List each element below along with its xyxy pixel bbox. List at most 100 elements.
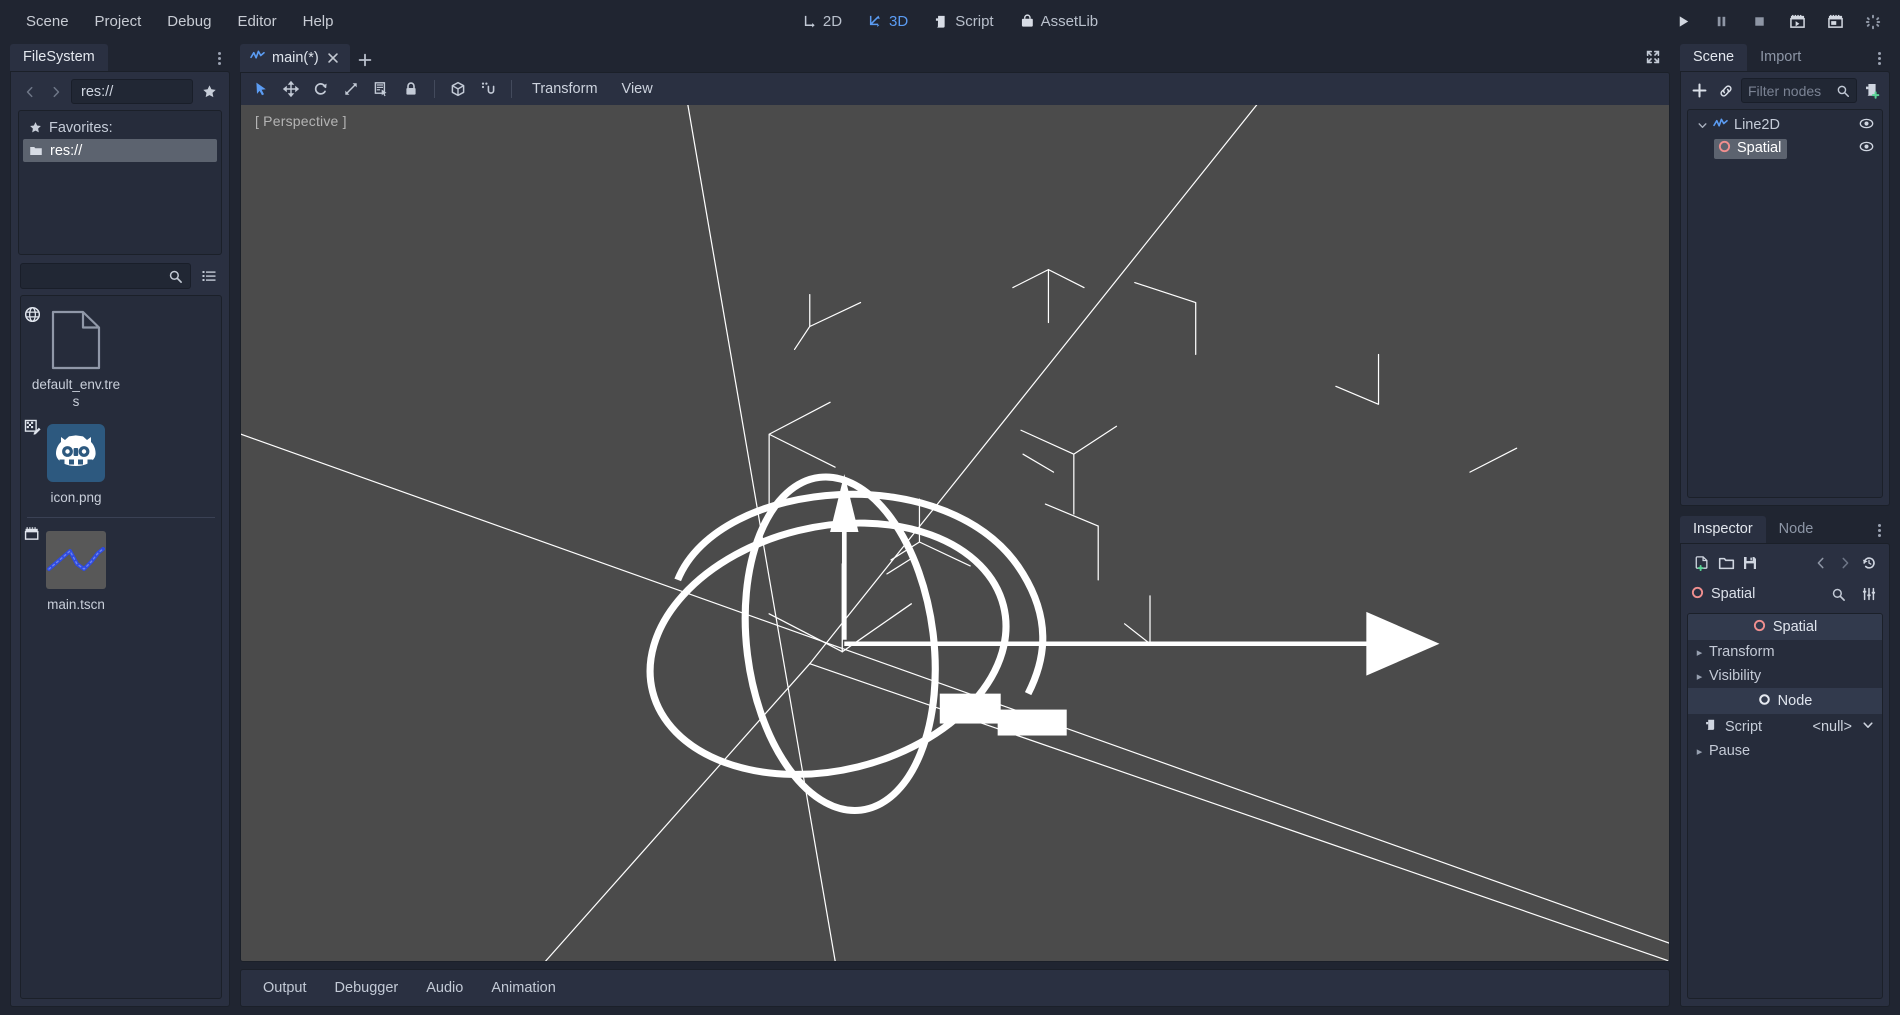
bottom-tab-output[interactable]: Output xyxy=(251,974,319,1002)
scene-node-spatial[interactable]: Spatial xyxy=(1690,137,1880,160)
close-icon[interactable] xyxy=(326,50,341,65)
scale-mode-button[interactable] xyxy=(337,76,365,102)
play-scene-button[interactable] xyxy=(1786,11,1808,33)
menu-help[interactable]: Help xyxy=(291,8,346,35)
history-next-button[interactable] xyxy=(1833,551,1857,575)
tab-scene[interactable]: Scene xyxy=(1680,44,1748,71)
file-item-default-env[interactable]: default_env.tres xyxy=(24,304,125,417)
rotate-mode-button[interactable] xyxy=(307,76,335,102)
stop-button[interactable] xyxy=(1748,11,1770,33)
menu-debug[interactable]: Debug xyxy=(155,8,223,35)
tab-import[interactable]: Import xyxy=(1747,44,1814,71)
property-script[interactable]: Script <null> xyxy=(1688,714,1882,739)
load-resource-button[interactable] xyxy=(1714,551,1738,575)
favorites-tree: Favorites: res:// xyxy=(18,110,222,255)
snap-icon xyxy=(481,82,495,94)
select-mode-button[interactable] xyxy=(247,76,275,102)
bottom-tab-audio[interactable]: Audio xyxy=(414,974,475,1002)
view-menu-button[interactable]: View xyxy=(611,77,664,101)
scene-dock-menu-icon[interactable] xyxy=(1872,52,1886,65)
scene-node-line2d[interactable]: Line2D xyxy=(1690,114,1880,137)
attach-script-button[interactable] xyxy=(1860,79,1884,103)
file-item-main-tscn[interactable]: main.tscn xyxy=(24,524,125,620)
visibility-toggle-icon[interactable] xyxy=(1859,139,1874,158)
inspector-toolbar xyxy=(1681,544,1889,579)
path-field[interactable]: res:// xyxy=(71,79,193,104)
bottom-tab-animation[interactable]: Animation xyxy=(479,974,567,1002)
lock-button[interactable] xyxy=(397,76,425,102)
favorites-item-res[interactable]: res:// xyxy=(23,139,217,162)
tab-3d[interactable]: 3D xyxy=(858,8,918,35)
play-button[interactable] xyxy=(1672,11,1694,33)
scene-tree-toolbar: Filter nodes xyxy=(1681,72,1889,109)
property-script-value-wrap[interactable]: <null> xyxy=(1762,719,1874,735)
filesystem-panel: res:// Favorites: res:// default_env.tre… xyxy=(10,71,230,1007)
history-prev-button[interactable] xyxy=(1809,551,1833,575)
filter-nodes-input[interactable]: Filter nodes xyxy=(1741,78,1857,103)
new-resource-button[interactable] xyxy=(1690,551,1714,575)
chevron-down-icon[interactable] xyxy=(1695,120,1709,131)
favorite-toggle-button[interactable] xyxy=(197,80,221,104)
file-item-icon-png[interactable]: icon.png xyxy=(24,417,125,513)
transform-menu-button[interactable]: Transform xyxy=(521,77,609,101)
tab-node[interactable]: Node xyxy=(1766,516,1827,543)
play-custom-scene-button[interactable] xyxy=(1824,11,1846,33)
node-icon xyxy=(1758,693,1771,710)
nav-back-button[interactable] xyxy=(19,81,41,103)
gizmo-local-axes xyxy=(768,563,912,653)
stop-icon xyxy=(1754,17,1764,26)
add-node-button[interactable] xyxy=(1687,79,1711,103)
tab-script[interactable]: Script xyxy=(924,8,1003,35)
snap-mode-button[interactable] xyxy=(474,76,502,102)
file-item-label: default_env.tres xyxy=(31,377,121,409)
pause-button[interactable] xyxy=(1710,11,1732,33)
inspector-panel: Spatial Spatial ▸ Transform ▸ Visibility… xyxy=(1680,543,1890,1007)
inspector-dock-menu-icon[interactable] xyxy=(1872,524,1886,537)
scene-dock-tab-row: Scene Import xyxy=(1680,43,1890,71)
property-group-transform[interactable]: ▸ Transform xyxy=(1688,640,1882,664)
scene-tab-label: main(*) xyxy=(272,49,319,66)
tab-assetlib[interactable]: AssetLib xyxy=(1010,8,1109,35)
resource-file-icon xyxy=(51,310,101,370)
3d-viewport[interactable]: [ Perspective ] xyxy=(241,105,1669,961)
list-select-button[interactable] xyxy=(367,76,395,102)
menu-project[interactable]: Project xyxy=(83,8,154,35)
2d-icon xyxy=(802,14,817,29)
instance-scene-button[interactable] xyxy=(1714,79,1738,103)
property-group-visibility[interactable]: ▸ Visibility xyxy=(1688,664,1882,688)
toggle-file-list-display-button[interactable] xyxy=(197,264,221,288)
move-mode-button[interactable] xyxy=(277,76,305,102)
scene-node-label: Spatial xyxy=(1737,140,1782,156)
file-item-label: main.tscn xyxy=(47,596,105,612)
scene-tab-row: main(*) xyxy=(240,43,1670,72)
play-scene-icon xyxy=(1789,14,1805,28)
filesystem-dock-menu-icon[interactable] xyxy=(212,52,226,65)
object-menu-button[interactable] xyxy=(1857,582,1881,606)
file-search-input[interactable] xyxy=(20,263,191,289)
bottom-tab-debugger[interactable]: Debugger xyxy=(323,974,411,1002)
nav-forward-button[interactable] xyxy=(45,81,67,103)
save-resource-button[interactable] xyxy=(1738,551,1762,575)
progress-spinner-button[interactable] xyxy=(1862,11,1884,33)
search-properties-button[interactable] xyxy=(1826,582,1850,606)
menu-editor[interactable]: Editor xyxy=(225,8,288,35)
axis-corner-markers xyxy=(768,269,1518,645)
history-button[interactable] xyxy=(1857,551,1881,575)
tab-inspector[interactable]: Inspector xyxy=(1680,516,1766,543)
chevron-left-icon xyxy=(1817,557,1824,569)
scene-tab-main[interactable]: main(*) xyxy=(240,44,350,72)
new-resource-icon xyxy=(1695,555,1708,571)
visibility-toggle-icon[interactable] xyxy=(1859,116,1874,135)
tab-filesystem[interactable]: FileSystem xyxy=(10,44,108,71)
local-space-mode-button[interactable] xyxy=(444,76,472,102)
property-group-pause[interactable]: ▸ Pause xyxy=(1688,739,1882,763)
property-group-label: Pause xyxy=(1709,743,1751,759)
scene-dock: Scene Import Filter nodes Line2D Spatial xyxy=(1680,43,1890,506)
filter-nodes-placeholder: Filter nodes xyxy=(1748,82,1822,99)
tab-2d[interactable]: 2D xyxy=(792,8,852,35)
menu-scene[interactable]: Scene xyxy=(14,8,81,35)
distraction-free-mode-button[interactable] xyxy=(1642,46,1664,68)
chevron-down-icon[interactable] xyxy=(1862,719,1874,735)
add-scene-tab-button[interactable] xyxy=(352,48,378,72)
main-menu-bar: Scene Project Debug Editor Help 2D 3D Sc… xyxy=(0,0,1900,43)
